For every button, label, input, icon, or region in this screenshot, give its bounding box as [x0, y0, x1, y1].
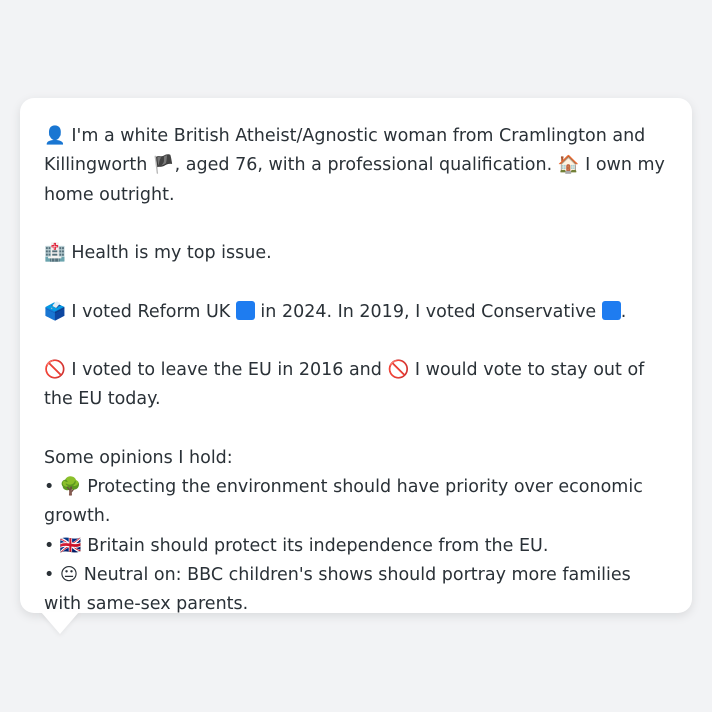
- bullet: •: [44, 564, 55, 585]
- bullet: •: [44, 477, 55, 497]
- health-text: Health is my top issue.: [71, 243, 272, 263]
- bullet: •: [44, 535, 55, 556]
- blue-square-icon: [235, 300, 255, 320]
- prohibited-icon: 🚫: [387, 360, 410, 380]
- opinion-item: • 🇬🇧 Britain should protect its independ…: [44, 532, 668, 561]
- tree-icon: 🌳: [59, 477, 82, 497]
- opinion-text: Neutral on: BBC children's shows should …: [44, 564, 631, 614]
- house-icon: 🏠: [557, 155, 580, 176]
- persona-message-card: 👤 I'm a white British Atheist/Agnostic w…: [20, 98, 692, 614]
- opinion-text: Protecting the environment should have p…: [44, 477, 643, 527]
- profile-intro-rest: , aged 76, with a professional qualifica…: [174, 155, 553, 176]
- health-paragraph: 🏥 Health is my top issue.: [44, 239, 668, 268]
- vote-text-b: in 2024. In 2019, I voted Conservative: [260, 301, 597, 322]
- vote-text-a: I voted Reform UK: [71, 301, 231, 322]
- eu-paragraph: 🚫 I voted to leave the EU in 2016 and 🚫 …: [44, 356, 668, 415]
- opinion-item: • 🌳 Protecting the environment should ha…: [44, 473, 668, 532]
- uk-flag-icon: 🇬🇧: [59, 535, 82, 556]
- hospital-icon: 🏥: [44, 243, 66, 263]
- speech-bubble-tail: [41, 612, 79, 634]
- prohibited-icon: 🚫: [44, 360, 66, 380]
- vote-paragraph: 🗳️ I voted Reform UK in 2024. In 2019, I…: [44, 298, 668, 327]
- opinion-item: • 😐 Neutral on: BBC children's shows sho…: [44, 561, 668, 620]
- england-flag-icon: 🏴: [152, 155, 175, 176]
- vote-text-c: .: [620, 301, 627, 322]
- ballot-box-icon: 🗳️: [44, 301, 66, 322]
- neutral-face-icon: 😐: [59, 564, 79, 585]
- opinion-text: Britain should protect its independence …: [87, 535, 549, 556]
- eu-text-a: I voted to leave the EU in 2016 and: [71, 360, 382, 380]
- opinions-heading: Some opinions I hold:: [44, 447, 233, 468]
- person-icon: 👤: [44, 126, 66, 146]
- profile-paragraph: 👤 I'm a white British Atheist/Agnostic w…: [44, 122, 668, 210]
- blue-square-icon: [601, 300, 621, 320]
